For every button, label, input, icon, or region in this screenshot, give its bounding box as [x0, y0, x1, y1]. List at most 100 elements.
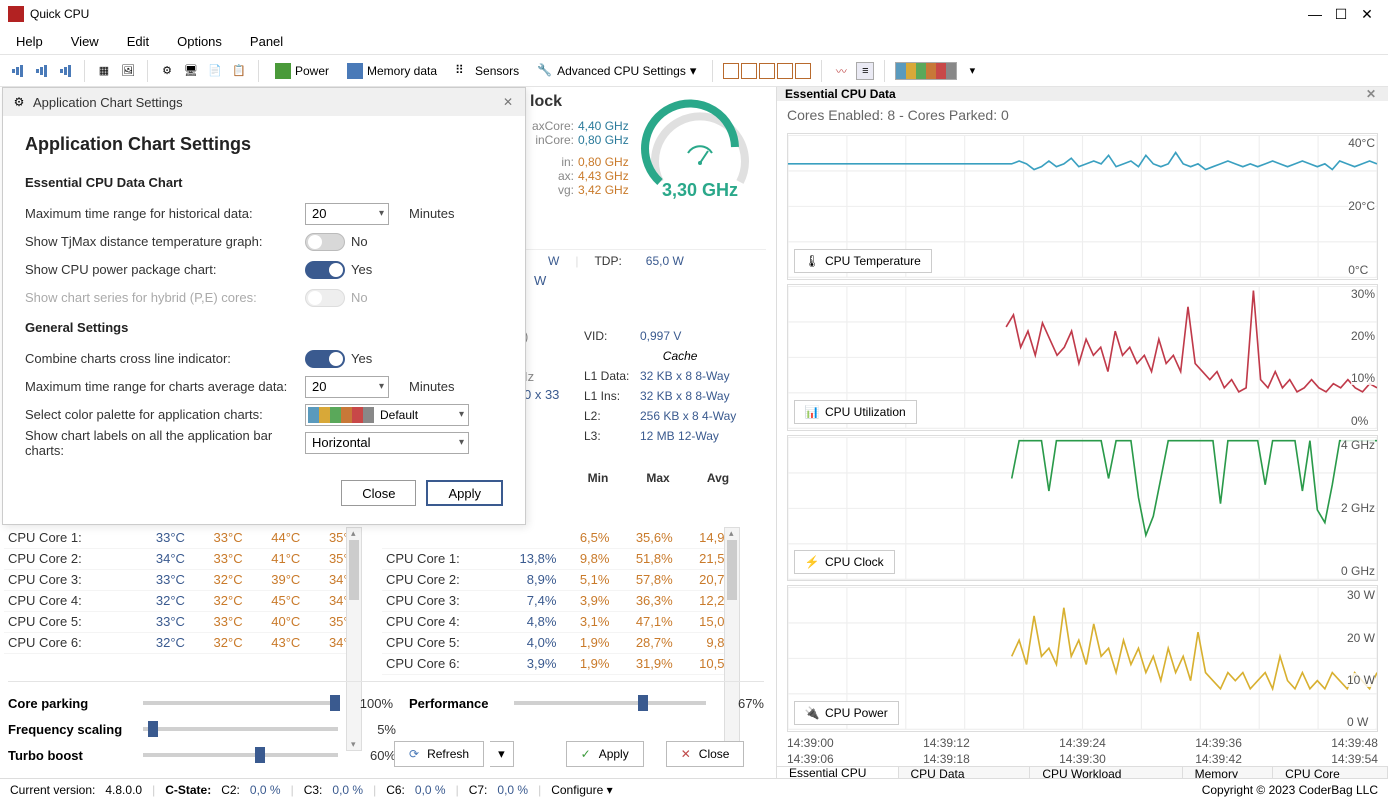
- sensors-button[interactable]: ⠿Sensors: [449, 61, 525, 81]
- maxtime-dropdown[interactable]: 20: [305, 203, 389, 225]
- menubar: Help View Edit Options Panel: [0, 28, 1388, 55]
- dialog-close-icon[interactable]: ✕: [499, 93, 517, 111]
- time-axis: 14:39:0014:39:1214:39:2414:39:3614:39:48…: [777, 736, 1388, 766]
- monitor-icon[interactable]: 🖥: [182, 62, 200, 80]
- maximize-icon[interactable]: ☐: [1328, 4, 1354, 24]
- chart-badge: 🔌CPU Power: [794, 701, 899, 725]
- menu-view[interactable]: View: [67, 32, 103, 51]
- image-icon[interactable]: 🖼: [119, 62, 137, 80]
- menu-edit[interactable]: Edit: [123, 32, 153, 51]
- pkg-toggle[interactable]: [305, 261, 345, 279]
- close-icon[interactable]: ✕: [1354, 4, 1380, 24]
- right-close-icon[interactable]: ✕: [1362, 87, 1380, 101]
- statusbar: Current version:4.8.0.0 | C-State: C2:0,…: [0, 778, 1388, 800]
- tab-cpu-workload-delegation[interactable]: CPU Workload Delegation: [1030, 767, 1182, 778]
- pkg-label: Show CPU power package chart:: [25, 262, 305, 277]
- clock-ghz: 3,30 GHz: [640, 180, 760, 201]
- window-title: Quick CPU: [30, 7, 1302, 21]
- clock-gauge: 3,30 GHz: [640, 97, 760, 207]
- refresh-split[interactable]: ▾: [490, 741, 514, 767]
- bars-icon-2[interactable]: [32, 62, 50, 80]
- right-subtitle: Cores Enabled: 8 - Cores Parked: 0: [777, 101, 1388, 129]
- parking-label: Core parking: [8, 696, 143, 711]
- chart-badge-icon: 🔌: [805, 706, 819, 720]
- menu-options[interactable]: Options: [173, 32, 226, 51]
- chart-badge: 🌡CPU Temperature: [794, 249, 932, 273]
- chart-badge-icon: 🌡: [805, 254, 819, 268]
- tab-essential-cpu-data[interactable]: Essential CPU Data: [777, 767, 899, 778]
- table-row: CPU Core 6:32°C32°C43°C34°C: [4, 632, 362, 653]
- turbo-label: Turbo boost: [8, 748, 143, 763]
- trend-icon[interactable]: 〰: [832, 62, 850, 80]
- list-icon[interactable]: ≡: [856, 62, 874, 80]
- tab-memory-data[interactable]: Memory Data: [1183, 767, 1274, 778]
- clock-info: axCore:4,40 GHz inCore:0,80 GHz in:0,80 …: [524, 119, 629, 197]
- chart-cpu-power: 30 W20 W10 W0 W🔌CPU Power: [787, 585, 1378, 732]
- section-general: General Settings: [25, 320, 503, 335]
- doc2-icon[interactable]: 📋: [230, 62, 248, 80]
- power-button[interactable]: Power: [269, 61, 335, 81]
- memory-icon: [347, 63, 363, 79]
- util-heads: Min Max Avg: [520, 471, 748, 485]
- gears-icon: ⚙: [11, 94, 27, 110]
- table-row: CPU Core 3:33°C32°C39°C34°C: [4, 569, 362, 590]
- labels-label: Show chart labels on all the application…: [25, 428, 305, 458]
- advanced-button[interactable]: 🔧Advanced CPU Settings ▾: [531, 61, 702, 81]
- close-main-button[interactable]: ✕Close: [666, 741, 745, 767]
- table-row: 6,5%35,6%14,9%: [382, 527, 740, 548]
- doc-icon[interactable]: 📄: [206, 62, 224, 80]
- avgtime-dropdown[interactable]: 20: [305, 376, 389, 398]
- refresh-icon: ⟳: [409, 747, 419, 761]
- perf-slider[interactable]: [514, 701, 706, 705]
- section-essential: Essential CPU Data Chart: [25, 175, 503, 190]
- minutes-label: Minutes: [409, 206, 455, 221]
- apply-button[interactable]: Apply: [426, 480, 503, 506]
- chart-cpu-utilization: 30%20%10%0%📊CPU Utilization: [787, 284, 1378, 431]
- gear-icon[interactable]: ⚙: [158, 62, 176, 80]
- head-blank: [520, 471, 568, 485]
- table-row: CPU Core 5:33°C33°C40°C35°C: [4, 611, 362, 632]
- table-row: CPU Core 4:4,8%3,1%47,1%15,0%: [382, 611, 740, 632]
- settings-dialog: ⚙ Application Chart Settings ✕ Applicati…: [2, 87, 526, 525]
- layout-squares[interactable]: [723, 63, 811, 79]
- freq-slider[interactable]: [143, 727, 338, 731]
- palette-label: Select color palette for application cha…: [25, 407, 305, 422]
- parking-slider[interactable]: [143, 701, 335, 705]
- battery-icon: [275, 63, 291, 79]
- crossline-toggle[interactable]: [305, 350, 345, 368]
- tjmax-label: Show TjMax distance temperature graph:: [25, 234, 305, 249]
- table-row: CPU Core 1:13,8%9,8%51,8%21,5%: [382, 548, 740, 569]
- crossline-label: Combine charts cross line indicator:: [25, 351, 305, 366]
- tab-cpu-core-parking[interactable]: CPU Core Parking: [1273, 767, 1388, 778]
- table-row: CPU Core 4:32°C32°C45°C34°C: [4, 590, 362, 611]
- freq-label: Frequency scaling: [8, 722, 143, 737]
- bars-icon-3[interactable]: [56, 62, 74, 80]
- cache-info: VID:0,997 V Cache L1 Data:32 KB x 8 8-Wa…: [584, 329, 736, 449]
- hybrid-toggle: [305, 289, 345, 307]
- tab-cpu-data-distribution[interactable]: CPU Data Distribution: [899, 767, 1031, 778]
- tjmax-toggle[interactable]: [305, 233, 345, 251]
- palette-preview[interactable]: [895, 62, 957, 80]
- chart-badge-icon: 📊: [805, 405, 819, 419]
- table-row: CPU Core 1:33°C33°C44°C35°C: [4, 527, 362, 548]
- memory-button[interactable]: Memory data: [341, 61, 443, 81]
- configure-link[interactable]: Configure ▾: [551, 783, 612, 797]
- close-button[interactable]: Close: [341, 480, 416, 506]
- palette-dropdown[interactable]: Default: [305, 404, 469, 426]
- maxtime-label: Maximum time range for historical data:: [25, 206, 305, 221]
- avgtime-label: Maximum time range for charts average da…: [25, 379, 305, 394]
- minimize-icon[interactable]: —: [1302, 4, 1328, 24]
- labels-dropdown[interactable]: Horizontal: [305, 432, 469, 454]
- palette-dropdown-icon[interactable]: ▾: [963, 62, 981, 80]
- menu-help[interactable]: Help: [12, 32, 47, 51]
- app-icon: [8, 6, 24, 22]
- apply-main-button[interactable]: ✓Apply: [566, 741, 644, 767]
- table-row: CPU Core 6:3,9%1,9%31,9%10,5%: [382, 653, 740, 674]
- refresh-button[interactable]: ⟳Refresh: [394, 741, 484, 767]
- turbo-slider[interactable]: [143, 753, 338, 757]
- perf-label: Performance: [409, 696, 514, 711]
- bars-icon-1[interactable]: [8, 62, 26, 80]
- grid-icon[interactable]: ▦: [95, 62, 113, 80]
- chart-badge-icon: ⚡: [805, 555, 819, 569]
- menu-panel[interactable]: Panel: [246, 32, 287, 51]
